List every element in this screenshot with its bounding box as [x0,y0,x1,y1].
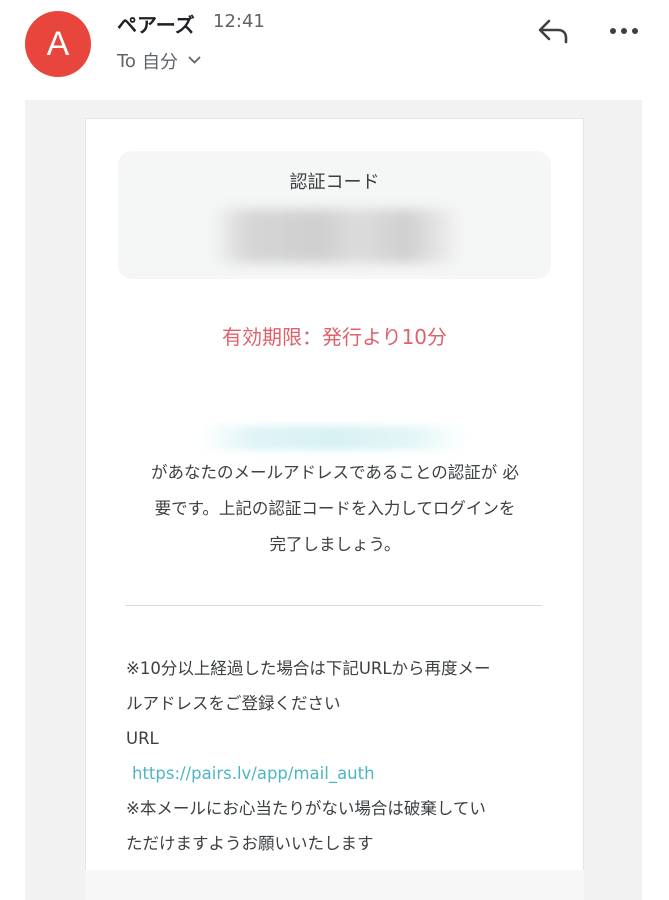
mail-auth-link[interactable]: https://pairs.lv/app/mail_auth [132,756,556,791]
more-icon [610,28,638,34]
recipient-prefix: To [117,50,136,72]
email-address-redacted [200,426,466,450]
recipient-name: 自分 [141,52,178,73]
note-line: ただけますようお願いいたします [126,834,374,853]
url-line: URL https://pairs.lv/app/mail_auth [126,721,556,791]
verification-code-box: 認証コード [118,151,551,279]
recipient-details[interactable]: To 自分 [117,48,201,74]
expiry-notice: 有効期限：発行より10分 [221,325,448,349]
message-line: があなたのメールアドレスであることの認証が 必 [151,463,519,482]
note-line: ※10分以上経過した場合は下記URLから再度メー [126,659,491,678]
code-title: 認証コード [289,172,380,193]
reply-button[interactable] [534,14,572,48]
chevron-down-icon[interactable] [188,54,201,69]
reply-icon [538,19,568,44]
url-label: URL [126,729,159,748]
message-line: 完了しましょう。 [269,535,401,554]
message-line: 要です。上記の認証コードを入力してログインを [154,499,516,518]
email-header: A ペアーズ 12:41 To 自分 [0,0,669,100]
card-footer-band [85,870,584,900]
sent-time: 12:41 [213,11,265,32]
divider [125,605,542,606]
notes-section: ※10分以上経過した場合は下記URLから再度メー ルアドレスをご登録ください U… [126,651,556,861]
verification-message: があなたのメールアドレスであることの認証が 必 要です。上記の認証コードを入力し… [120,455,550,563]
sender-avatar[interactable]: A [25,11,91,77]
note-line: ※本メールにお心当たりがない場合は破棄してい [126,799,486,818]
more-options-button[interactable] [604,14,644,48]
sender-name[interactable]: ペアーズ [117,9,195,38]
note-line: ルアドレスをご登録ください [126,694,341,713]
verification-code-redacted [210,209,456,263]
